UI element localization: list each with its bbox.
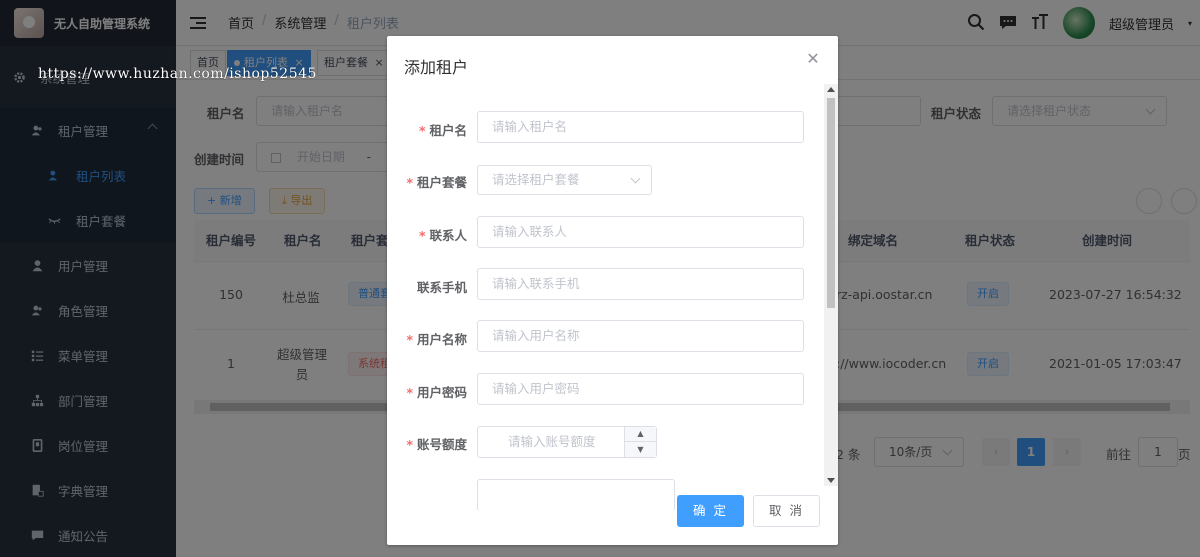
form-label: * 租户名	[418, 123, 467, 138]
dialog-scrollbar[interactable]	[824, 84, 838, 486]
contact-phone-input[interactable]: 请输入联系手机	[477, 268, 804, 300]
quantity-stepper[interactable]: 请输入账号额度 ▲ ▼	[477, 426, 657, 458]
password-input[interactable]: 请输入用户密码	[477, 373, 804, 405]
scroll-down-arrow-icon[interactable]	[827, 478, 835, 483]
form-label: * 联系人	[418, 228, 467, 243]
chevron-down-icon	[630, 173, 641, 184]
watermark-text: https://www.huzhan.com/ishop52545	[38, 66, 317, 82]
close-icon[interactable]: ✕	[806, 51, 820, 67]
username-input[interactable]: 请输入用户名称	[477, 320, 804, 352]
form-label: * 用户名称	[406, 332, 467, 347]
chevron-down-icon[interactable]: ▼	[625, 442, 656, 457]
stepper-placeholder: 请输入账号额度	[508, 434, 596, 449]
tenant-package-select[interactable]: 请选择租户套餐	[477, 165, 652, 195]
form-label: * 账号额度	[406, 437, 467, 452]
scroll-up-arrow-icon[interactable]	[827, 87, 835, 92]
add-tenant-dialog: 添加租户 ✕ * 租户名 请输入租户名 * 租户套餐 请选择租户套餐 * 联系人 请输…	[387, 36, 838, 545]
next-field-partial[interactable]	[477, 479, 675, 511]
contact-input[interactable]: 请输入联系人	[477, 216, 804, 248]
cancel-button[interactable]: 取 消	[753, 495, 820, 527]
form-label: * 租户套餐	[406, 175, 467, 190]
tenant-name-input[interactable]: 请输入租户名	[477, 111, 804, 143]
select-placeholder: 请选择租户套餐	[492, 172, 580, 187]
confirm-button[interactable]: 确 定	[677, 495, 744, 527]
dialog-title: 添加租户	[404, 58, 469, 77]
form-label: * 用户密码	[406, 385, 467, 400]
form-label: 联系手机	[416, 280, 467, 295]
